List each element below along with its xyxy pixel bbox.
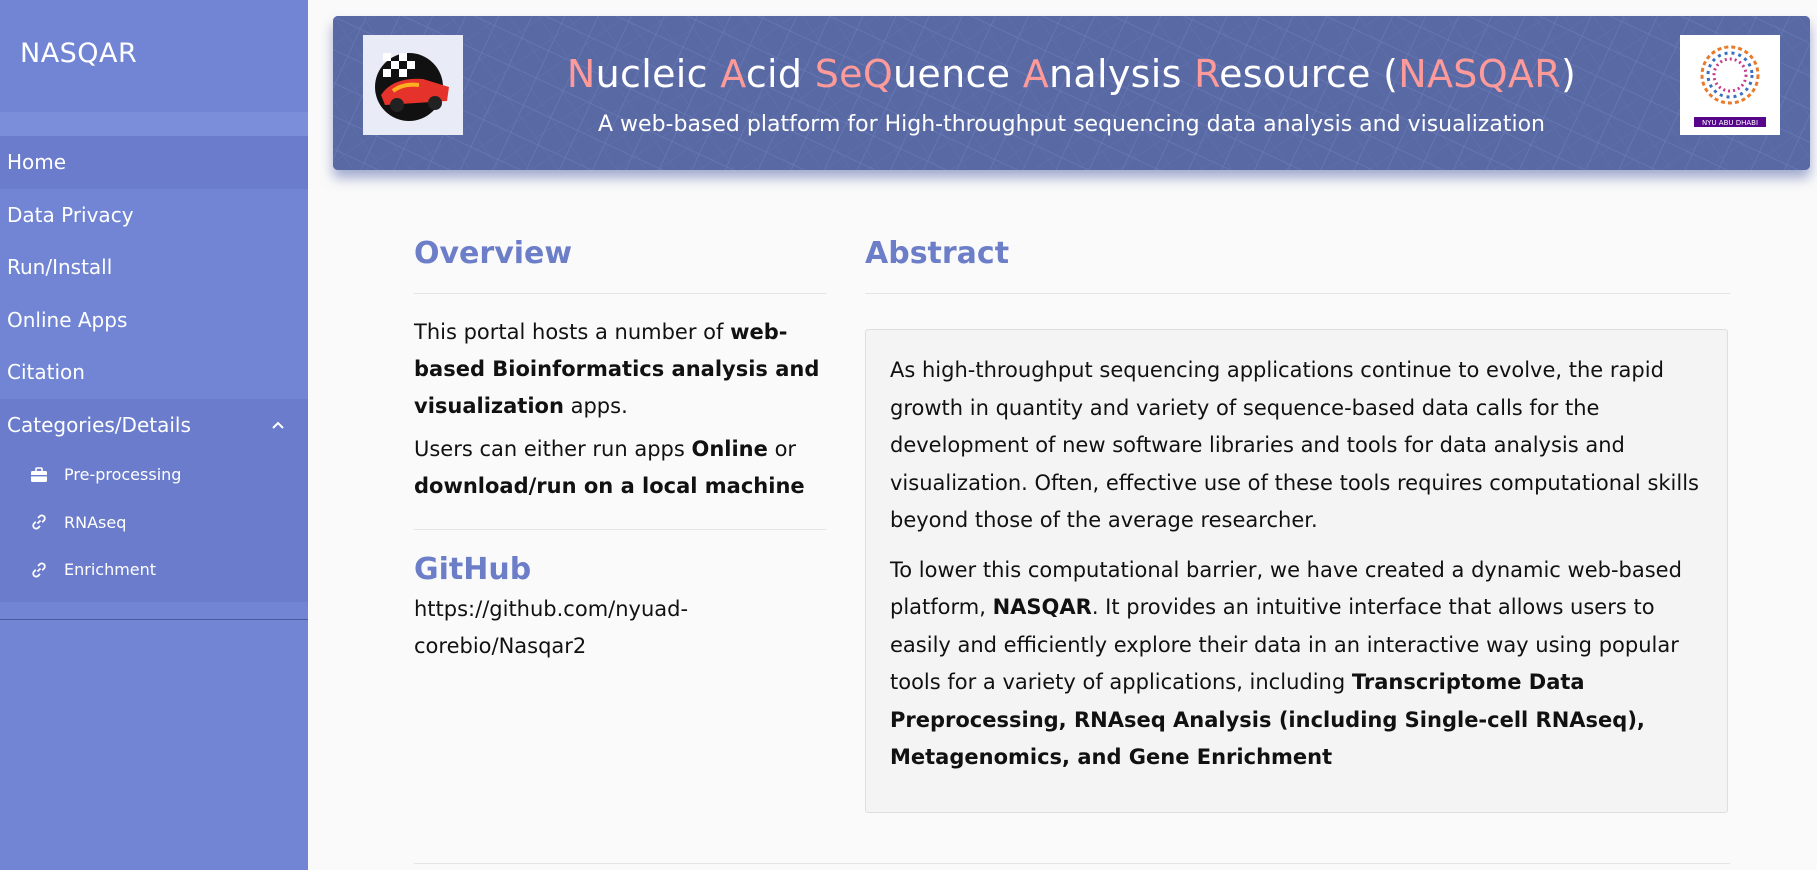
sidebar-subitem-label: Enrichment	[64, 560, 157, 579]
overview-text: apps.	[563, 394, 628, 418]
abstract-emphasis: NASQAR	[992, 595, 1092, 619]
university-logo-text: NYU ABU DHABI	[1702, 119, 1758, 127]
sidebar-subitem-pre-processing[interactable]: Pre-processing	[0, 451, 308, 499]
link-icon	[32, 514, 46, 530]
title-text: cid	[745, 52, 815, 96]
sidebar-subitem-label: Pre-processing	[64, 465, 182, 484]
title-text: uence	[893, 52, 1023, 96]
overview-text: This portal hosts a number of	[414, 320, 731, 344]
banner-subtitle: A web-based platform for High-throughput…	[598, 112, 1545, 137]
sidebar-divider	[0, 619, 308, 620]
banner-title: Nucleic Acid SeQuence Analysis Resource …	[333, 52, 1810, 96]
overview-heading: Overview	[414, 236, 573, 271]
github-heading: GitHub	[414, 552, 532, 587]
abstract-paragraph-1: As high-throughput sequencing applicatio…	[890, 358, 1699, 532]
overview-divider	[414, 293, 826, 294]
overview-text: Users can either run apps	[414, 437, 692, 461]
sidebar-subitem-enrichment[interactable]: Enrichment	[0, 546, 308, 594]
title-highlight: Q	[862, 52, 894, 96]
abstract-paragraph-2: To lower this computational barrier, we …	[890, 552, 1703, 777]
university-logo-icon: NYU ABU DHABI	[1694, 45, 1766, 127]
sidebar-item-online-apps[interactable]: Online Apps	[0, 294, 308, 347]
overview-paragraph-2: Users can either run apps Online or down…	[414, 431, 826, 505]
title-highlight: A	[1022, 52, 1050, 96]
title-text: esource (	[1219, 52, 1399, 96]
github-url-part[interactable]: corebio/Nasqar2	[414, 634, 586, 658]
brand-title[interactable]: NASQAR	[20, 38, 137, 69]
title-text: ucleic	[595, 52, 721, 96]
github-link[interactable]: https://github.com/nyuad- corebio/Nasqar…	[414, 591, 826, 665]
abstract-heading: Abstract	[865, 236, 1010, 271]
overview-text: or	[767, 437, 797, 461]
sidebar-item-data-privacy[interactable]: Data Privacy	[0, 189, 308, 242]
sidebar-nav: Home Data Privacy Run/Install Online App…	[0, 136, 308, 602]
github-url-part[interactable]: https://github.com/nyuad-	[414, 597, 688, 621]
title-highlight: Se	[814, 52, 863, 96]
github-divider	[414, 529, 826, 530]
sidebar-item-run-install[interactable]: Run/Install	[0, 241, 308, 294]
title-text: nalysis	[1049, 52, 1195, 96]
sidebar: NASQAR Home Data Privacy Run/Install Onl…	[0, 0, 308, 870]
sidebar-subnav: Pre-processing RNAseq Enrichment	[0, 451, 308, 602]
sidebar-item-label: Categories/Details	[7, 412, 191, 437]
header-banner: Nucleic Acid SeQuence Analysis Resource …	[333, 16, 1810, 170]
sidebar-item-citation[interactable]: Citation	[0, 346, 308, 399]
briefcase-icon	[31, 466, 47, 482]
nyu-abu-dhabi-logo[interactable]: NYU ABU DHABI	[1680, 35, 1780, 135]
title-highlight: A	[720, 52, 746, 96]
sidebar-subitem-rnaseq[interactable]: RNAseq	[0, 499, 308, 547]
brand-divider	[0, 112, 308, 136]
sidebar-item-home[interactable]: Home	[0, 136, 308, 189]
overview-paragraph-1: This portal hosts a number of web-based …	[414, 314, 826, 425]
abstract-divider	[865, 293, 1730, 294]
overview-emphasis: download/run on a local machine	[414, 474, 805, 498]
abstract-section: Abstract	[865, 236, 1730, 294]
title-text: )	[1560, 52, 1577, 96]
title-highlight: NASQAR	[1398, 52, 1561, 96]
link-icon	[32, 562, 46, 578]
sidebar-item-categories[interactable]: Categories/Details	[0, 398, 308, 451]
title-highlight: R	[1194, 52, 1220, 96]
overview-emphasis: Online	[691, 437, 768, 461]
footer-divider	[414, 863, 1730, 864]
title-highlight: N	[566, 52, 596, 96]
sidebar-subitem-label: RNAseq	[64, 512, 127, 532]
abstract-box: As high-throughput sequencing applicatio…	[865, 329, 1728, 813]
overview-section: Overview This portal hosts a number of w…	[414, 236, 826, 665]
chevron-up-icon[interactable]	[270, 417, 286, 433]
